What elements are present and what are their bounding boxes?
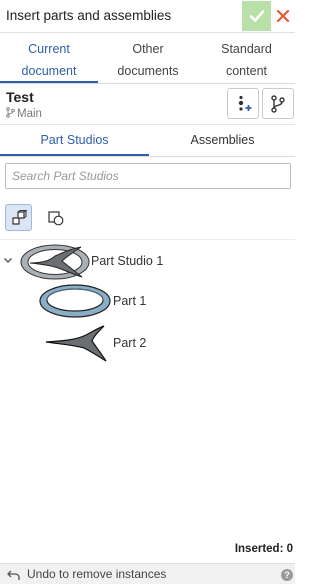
search-input[interactable] [5,163,291,189]
parts-view-toggle[interactable] [5,204,32,231]
tab-other-documents[interactable]: Other documents [99,38,197,82]
undo-icon [7,570,20,580]
tab-label-line2: content [225,64,267,78]
tab-assemblies[interactable]: Assemblies [150,133,295,147]
divider [0,156,295,157]
insert-options-button[interactable] [227,88,259,119]
chevron-down-icon [4,258,12,263]
shapes-view-toggle[interactable] [42,204,69,231]
part-studio-thumbnail[interactable] [18,241,92,288]
branch-name: Main [17,108,42,120]
tab-label-line1: Other [132,42,164,56]
tab-label-line1: Standard [221,42,272,56]
tab-label-line2: document [21,64,77,78]
dialog-title: Insert parts and assemblies [6,8,172,23]
tab-part-studios[interactable]: Part Studios [0,133,149,147]
divider [0,124,295,125]
version-graph-icon [271,94,285,113]
blade-part-icon [45,325,107,362]
divider [0,83,295,84]
tab-label-line2: documents [117,64,179,78]
part-thumbnail[interactable] [44,325,108,368]
help-icon[interactable]: ? [281,569,293,581]
part-studio-thumbnail-icon [20,244,90,280]
part-thumbnail[interactable] [38,283,112,324]
close-button[interactable] [272,1,294,31]
close-icon [276,9,290,23]
branch-label: Main [6,107,42,120]
confirm-button[interactable] [242,1,271,31]
inserted-count: Inserted: 0 [234,543,293,555]
part-label[interactable]: Part 1 [113,294,146,308]
checkmark-icon [249,10,264,22]
divider [0,239,295,240]
branch-icon [6,107,15,118]
undo-button[interactable] [7,568,20,586]
expand-toggle[interactable] [2,253,14,271]
part-label[interactable]: Part 2 [113,336,146,350]
ring-part-icon [39,284,111,318]
version-graph-button[interactable] [262,88,294,119]
insert-options-icon [238,95,252,111]
undo-label[interactable]: Undo to remove instances [27,567,166,581]
tab-label-line1: Current [28,42,70,56]
tab-standard-content[interactable]: Standard content [198,38,295,82]
document-name: Test [6,89,34,105]
parts-view-icon [11,209,27,225]
tab-current-document[interactable]: Current document [0,38,98,82]
shapes-view-icon [47,210,63,225]
part-studio-label[interactable]: Part Studio 1 [91,254,163,268]
